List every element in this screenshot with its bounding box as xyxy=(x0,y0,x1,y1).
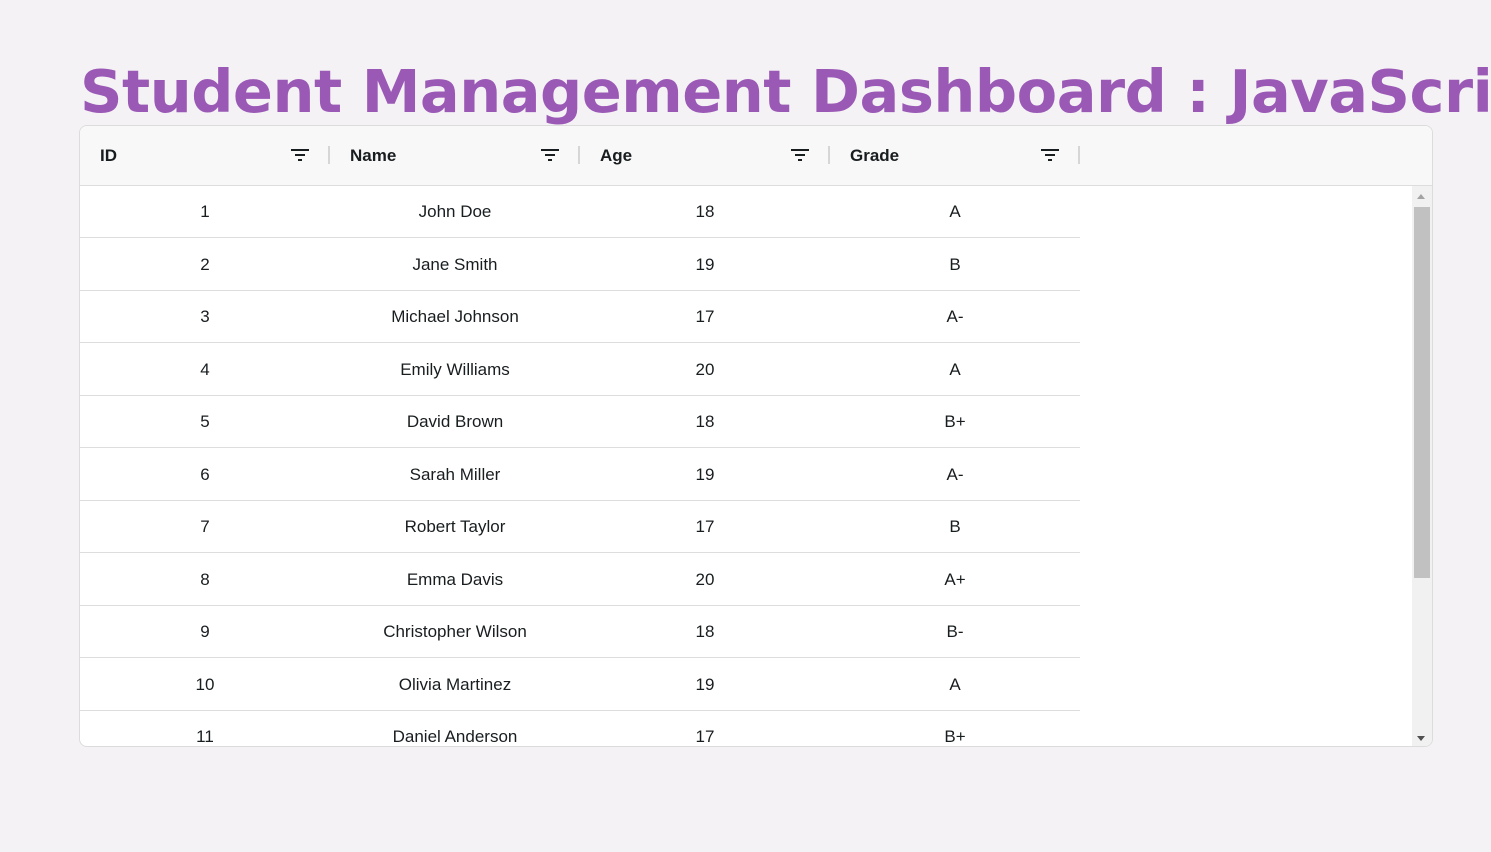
cell-id[interactable]: 5 xyxy=(80,396,330,448)
table-row[interactable]: 2 Jane Smith 19 B xyxy=(80,239,1080,291)
page-title: Student Management Dashboard : JavaScrip… xyxy=(80,57,1491,126)
cell-age[interactable]: 17 xyxy=(580,711,830,746)
cell-age[interactable]: 18 xyxy=(580,396,830,448)
cell-name[interactable]: Robert Taylor xyxy=(330,501,580,553)
cell-age[interactable]: 19 xyxy=(580,449,830,501)
cell-name[interactable]: Emily Williams xyxy=(330,344,580,396)
table-row[interactable]: 11 Daniel Anderson 17 B+ xyxy=(80,711,1080,746)
cell-id[interactable]: 1 xyxy=(80,186,330,238)
filter-icon[interactable] xyxy=(541,148,559,162)
cell-age[interactable]: 17 xyxy=(580,501,830,553)
cell-age[interactable]: 18 xyxy=(580,186,830,238)
filter-icon[interactable] xyxy=(791,148,809,162)
column-header-label: Grade xyxy=(850,146,900,165)
cell-name[interactable]: Michael Johnson xyxy=(330,291,580,343)
student-grid: ID Name Age Grade 1 John Doe 18 A 2 Jane… xyxy=(79,125,1433,747)
table-row[interactable]: 5 David Brown 18 B+ xyxy=(80,396,1080,448)
cell-id[interactable]: 10 xyxy=(80,659,330,711)
cell-id[interactable]: 2 xyxy=(80,239,330,291)
scroll-up-arrow-icon[interactable] xyxy=(1417,194,1425,199)
cell-age[interactable]: 19 xyxy=(580,659,830,711)
cell-grade[interactable]: A- xyxy=(830,449,1080,501)
cell-name[interactable]: Sarah Miller xyxy=(330,449,580,501)
cell-name[interactable]: John Doe xyxy=(330,186,580,238)
cell-id[interactable]: 9 xyxy=(80,606,330,658)
column-header-id[interactable]: ID xyxy=(80,126,330,186)
cell-grade[interactable]: A xyxy=(830,344,1080,396)
cell-name[interactable]: Christopher Wilson xyxy=(330,606,580,658)
cell-grade[interactable]: A+ xyxy=(830,554,1080,606)
cell-grade[interactable]: B+ xyxy=(830,711,1080,746)
cell-grade[interactable]: B xyxy=(830,501,1080,553)
column-header-grade[interactable]: Grade xyxy=(830,126,1080,186)
table-row[interactable]: 4 Emily Williams 20 A xyxy=(80,344,1080,396)
grid-header: ID Name Age Grade xyxy=(80,126,1432,186)
table-row[interactable]: 8 Emma Davis 20 A+ xyxy=(80,554,1080,606)
cell-id[interactable]: 11 xyxy=(80,711,330,746)
column-header-label: Name xyxy=(350,146,397,165)
table-row[interactable]: 7 Robert Taylor 17 B xyxy=(80,501,1080,553)
cell-id[interactable]: 6 xyxy=(80,449,330,501)
cell-name[interactable]: David Brown xyxy=(330,396,580,448)
scroll-down-arrow-icon[interactable] xyxy=(1417,736,1425,741)
scrollbar-thumb[interactable] xyxy=(1414,207,1430,578)
filter-icon[interactable] xyxy=(291,148,309,162)
cell-grade[interactable]: A xyxy=(830,186,1080,238)
cell-age[interactable]: 19 xyxy=(580,239,830,291)
column-header-name[interactable]: Name xyxy=(330,126,580,186)
filter-icon[interactable] xyxy=(1041,148,1059,162)
cell-grade[interactable]: B+ xyxy=(830,396,1080,448)
table-row[interactable]: 10 Olivia Martinez 19 A xyxy=(80,659,1080,711)
cell-id[interactable]: 8 xyxy=(80,554,330,606)
cell-name[interactable]: Jane Smith xyxy=(330,239,580,291)
cell-age[interactable]: 17 xyxy=(580,291,830,343)
grid-body: 1 John Doe 18 A 2 Jane Smith 19 B 3 Michael Johns… xyxy=(80,186,1414,746)
table-row[interactable]: 1 John Doe 18 A xyxy=(80,186,1080,238)
cell-name[interactable]: Emma Davis xyxy=(330,554,580,606)
cell-age[interactable]: 20 xyxy=(580,344,830,396)
table-row[interactable]: 9 Christopher Wilson 18 B- xyxy=(80,606,1080,658)
cell-grade[interactable]: A xyxy=(830,659,1080,711)
cell-age[interactable]: 18 xyxy=(580,606,830,658)
cell-name[interactable]: Daniel Anderson xyxy=(330,711,580,746)
cell-name[interactable]: Olivia Martinez xyxy=(330,659,580,711)
cell-grade[interactable]: B- xyxy=(830,606,1080,658)
cell-grade[interactable]: A- xyxy=(830,291,1080,343)
column-header-label: ID xyxy=(100,146,117,165)
cell-age[interactable]: 20 xyxy=(580,554,830,606)
cell-id[interactable]: 3 xyxy=(80,291,330,343)
column-header-label: Age xyxy=(600,146,633,165)
column-header-age[interactable]: Age xyxy=(580,126,830,186)
table-row[interactable]: 3 Michael Johnson 17 A- xyxy=(80,291,1080,343)
column-resize-handle[interactable] xyxy=(1078,146,1080,164)
cell-id[interactable]: 7 xyxy=(80,501,330,553)
cell-id[interactable]: 4 xyxy=(80,344,330,396)
vertical-scrollbar[interactable] xyxy=(1412,186,1432,746)
cell-grade[interactable]: B xyxy=(830,239,1080,291)
table-row[interactable]: 6 Sarah Miller 19 A- xyxy=(80,449,1080,501)
